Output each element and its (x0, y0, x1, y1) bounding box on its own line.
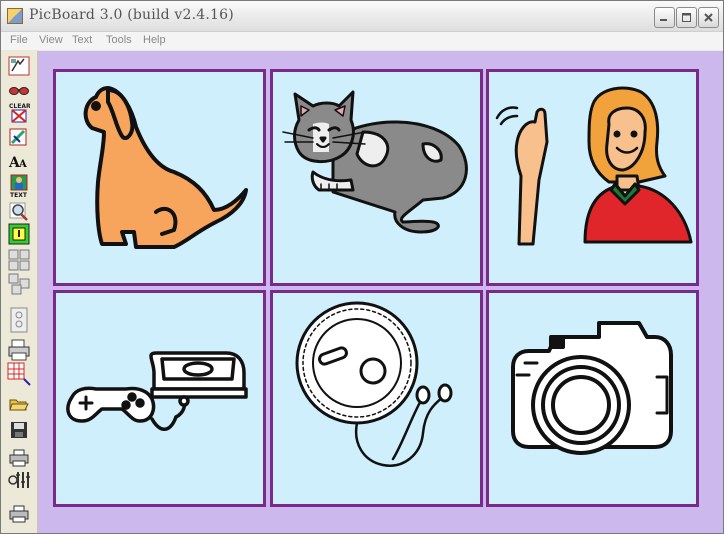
select-cell-button[interactable] (7, 223, 31, 245)
menu-tools[interactable]: Tools (106, 34, 132, 46)
zoom-icon (9, 202, 28, 221)
grid-layout-icon-2 (8, 273, 30, 295)
open-folder-icon (9, 399, 29, 411)
print-icon (9, 449, 29, 467)
menu-file[interactable]: File (10, 34, 28, 46)
board-cell-cd-player[interactable] (270, 290, 483, 507)
glasses-button[interactable] (7, 79, 31, 101)
printer-layout-button[interactable] (7, 339, 31, 361)
edit-picture-button[interactable] (7, 126, 31, 148)
printer-layout-icon (8, 339, 30, 361)
close-button[interactable] (698, 7, 719, 28)
paint-tool-button[interactable] (7, 55, 31, 77)
tools-icon (8, 472, 30, 488)
tools-button[interactable] (7, 469, 31, 491)
board-cell-waving-woman[interactable] (486, 69, 699, 286)
cat-picture (282, 90, 468, 234)
svg-text:CLEAR: CLEAR (9, 103, 30, 110)
edit-picture-icon (9, 128, 27, 146)
grid-resize-button[interactable] (7, 362, 31, 386)
cd-player-picture (295, 301, 453, 467)
print-button[interactable] (7, 447, 31, 469)
board-cell-cat[interactable] (270, 69, 483, 286)
menu-help[interactable]: Help (143, 34, 166, 46)
text-picture-button[interactable]: TEXT (7, 174, 31, 198)
zoom-button[interactable] (7, 201, 31, 223)
text-picture-icon: TEXT (10, 174, 28, 198)
font-size-button[interactable]: A A (7, 151, 31, 173)
maximize-button[interactable] (676, 7, 697, 28)
menu-view[interactable]: View (39, 34, 63, 46)
app-window: PicBoard 3.0 (build v2.4.16) File View T… (0, 0, 724, 534)
maximize-icon (682, 13, 691, 22)
paint-tool-icon (8, 56, 30, 76)
dog-picture (83, 86, 248, 249)
clear-button[interactable]: CLEAR (7, 101, 31, 123)
clear-icon: CLEAR (9, 103, 30, 123)
minimize-icon (660, 19, 667, 21)
grid-layout-button-1[interactable] (7, 249, 31, 271)
font-size-icon: A A (8, 155, 27, 171)
grid-layout-button-2[interactable] (7, 273, 31, 295)
app-icon (7, 8, 23, 24)
open-folder-button[interactable] (7, 393, 31, 415)
board-cell-camera[interactable] (486, 290, 699, 507)
side-toolbar: CLEAR A A TEXT (1, 51, 38, 533)
menu-bar: File View Text Tools Help (1, 32, 723, 50)
board-cell-game-console[interactable] (53, 290, 266, 507)
title-bar[interactable]: PicBoard 3.0 (build v2.4.16) (1, 1, 723, 32)
select-cell-icon (8, 223, 30, 245)
window-title: PicBoard 3.0 (build v2.4.16) (29, 7, 234, 23)
save-icon (11, 422, 27, 438)
game-console-picture (66, 351, 248, 431)
glasses-icon (9, 87, 29, 95)
svg-text:TEXT: TEXT (10, 192, 28, 198)
grid-resize-icon (7, 362, 31, 386)
close-icon (704, 13, 713, 22)
svg-text:A: A (18, 159, 27, 170)
menu-text[interactable]: Text (72, 34, 92, 46)
print-preview-button[interactable] (7, 503, 31, 525)
grid-layout-icon-1 (8, 249, 30, 271)
print-preview-icon (9, 505, 29, 523)
save-button[interactable] (7, 419, 31, 441)
grid-layout-button-3[interactable] (7, 307, 31, 333)
board-cell-dog[interactable] (53, 69, 266, 286)
picture-board (38, 51, 723, 533)
minimize-button[interactable] (654, 7, 675, 28)
waving-woman-picture (495, 86, 693, 246)
grid-layout-icon-3 (10, 307, 28, 333)
camera-picture (511, 321, 673, 455)
